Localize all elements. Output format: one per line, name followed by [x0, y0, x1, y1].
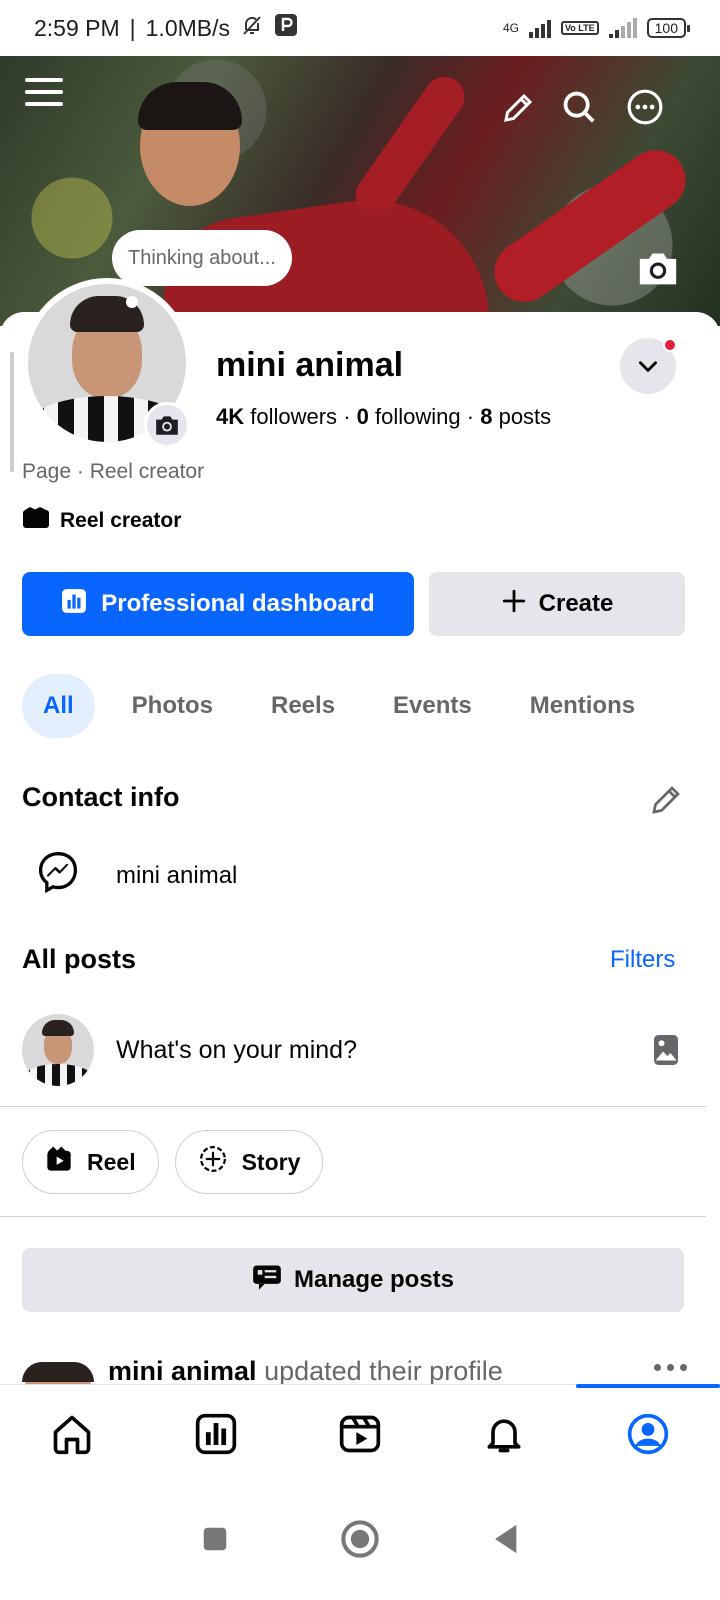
following-label[interactable]: following — [375, 404, 461, 429]
stats-dot: · — [466, 404, 475, 429]
back-button[interactable] — [490, 1522, 520, 1561]
messenger-contact-row[interactable]: mini animal — [36, 850, 237, 901]
following-count[interactable]: 0 — [357, 404, 369, 429]
mute-icon — [240, 13, 264, 43]
bottom-nav — [0, 1384, 720, 1482]
signal-icon-2 — [608, 18, 637, 38]
nav-profile[interactable] — [576, 1384, 720, 1482]
pencil-icon[interactable] — [500, 90, 536, 126]
tab-photos[interactable]: Photos — [111, 674, 234, 738]
followers-count[interactable]: 4K — [216, 404, 244, 429]
cover-camera-icon[interactable] — [636, 248, 680, 288]
dashboard-nav-icon — [195, 1413, 237, 1454]
filters-link[interactable]: Filters — [610, 946, 675, 974]
network-label: 4G — [502, 21, 519, 35]
tab-events[interactable]: Events — [372, 674, 493, 738]
stats-dot: · — [343, 404, 351, 429]
feed-post-header: mini animal updated their profile — [108, 1356, 503, 1384]
nav-notifications[interactable] — [432, 1385, 576, 1482]
recents-button[interactable] — [200, 1524, 230, 1559]
thought-bubble-text: Thinking about... — [128, 246, 276, 269]
professional-dashboard-button[interactable]: Professional dashboard — [22, 572, 414, 636]
post-composer[interactable]: What's on your mind? — [22, 1014, 684, 1086]
reel-creator-label: Reel creator — [60, 509, 182, 532]
chevron-down-icon — [639, 361, 657, 372]
search-icon[interactable] — [560, 88, 598, 126]
status-separator: | — [129, 14, 136, 41]
tab-all[interactable]: All — [22, 674, 95, 738]
post-type-chips: Reel Story — [22, 1130, 324, 1194]
volte-badge: Vo LTE — [560, 21, 599, 35]
manage-posts-label: Manage posts — [293, 1266, 455, 1293]
profile-name: mini animal — [216, 346, 404, 384]
all-posts-title: All posts — [22, 944, 137, 974]
posts-label: posts — [498, 404, 552, 429]
plus-icon — [501, 588, 527, 621]
cover-figure-hair — [138, 82, 242, 130]
create-label: Create — [538, 590, 614, 617]
manage-posts-icon — [252, 1263, 282, 1298]
home-icon — [53, 1415, 91, 1454]
page-category: Page · Reel creator — [22, 460, 205, 483]
profile-stats: 4K followers · 0 following · 8 posts — [216, 404, 551, 430]
reel-icon — [45, 1145, 73, 1179]
bell-icon — [487, 1418, 521, 1452]
story-chip[interactable]: Story — [174, 1130, 324, 1194]
followers-label[interactable]: followers — [250, 404, 337, 429]
post-options-icon[interactable] — [654, 1364, 688, 1372]
reel-chip-label: Reel — [87, 1148, 136, 1175]
photo-icon[interactable] — [648, 1032, 684, 1068]
manage-posts-button[interactable]: Manage posts — [22, 1248, 684, 1312]
avatar[interactable] — [22, 1014, 94, 1086]
tab-mentions[interactable]: Mentions — [509, 674, 656, 738]
feed-post-author[interactable]: mini animal — [108, 1356, 257, 1384]
messenger-name: mini animal — [116, 861, 238, 889]
nav-dashboard[interactable] — [144, 1385, 288, 1482]
video-icon — [339, 1415, 381, 1452]
clapperboard-icon — [22, 506, 50, 536]
divider — [0, 1106, 706, 1107]
profile-icon — [627, 1413, 669, 1454]
status-right: 4G Vo LTE 100 — [502, 18, 691, 38]
battery-icon: 100 — [646, 18, 691, 38]
reel-chip[interactable]: Reel — [22, 1130, 159, 1194]
more-icon[interactable] — [626, 88, 664, 126]
dashboard-label: Professional dashboard — [101, 590, 375, 617]
thought-bubble[interactable]: Thinking about... — [112, 230, 292, 286]
signal-icon — [528, 18, 551, 38]
status-bar: 2:59 PM | 1.0MB/s 4G Vo LTE 100 — [0, 0, 720, 56]
edit-contact-pencil-icon[interactable] — [648, 782, 684, 818]
create-button[interactable]: Create — [429, 572, 685, 636]
nav-video[interactable] — [288, 1385, 432, 1482]
status-time: 2:59 PM — [34, 14, 120, 41]
feed-post-action: updated their profile — [264, 1356, 503, 1384]
story-add-icon — [198, 1144, 228, 1180]
divider — [0, 1216, 706, 1217]
tab-reels[interactable]: Reels — [250, 674, 356, 738]
avatar-camera-icon[interactable] — [144, 402, 190, 448]
notification-dot — [663, 338, 677, 352]
story-chip-label: Story — [241, 1148, 301, 1175]
parking-app-icon — [274, 13, 298, 43]
feed-post-preview[interactable]: mini animal updated their profile — [0, 1350, 706, 1384]
menu-icon[interactable] — [24, 72, 64, 112]
nav-home[interactable] — [0, 1385, 144, 1482]
reel-creator-badge: Reel creator — [22, 506, 181, 536]
home-button[interactable] — [340, 1519, 380, 1564]
status-speed: 1.0MB/s — [145, 14, 231, 41]
thought-bubble-dot — [126, 296, 138, 308]
contact-info-title: Contact info — [22, 782, 180, 812]
avatar[interactable] — [22, 1362, 94, 1384]
messenger-icon — [36, 850, 80, 901]
system-nav-bar — [0, 1482, 720, 1600]
posts-count: 8 — [480, 404, 493, 429]
scroll-indicator — [10, 352, 14, 472]
status-left: 2:59 PM | 1.0MB/s — [34, 13, 298, 43]
profile-tabs: All Photos Reels Events Mentions — [22, 674, 656, 738]
dashboard-icon — [61, 588, 87, 621]
composer-placeholder[interactable]: What's on your mind? — [116, 1036, 357, 1065]
